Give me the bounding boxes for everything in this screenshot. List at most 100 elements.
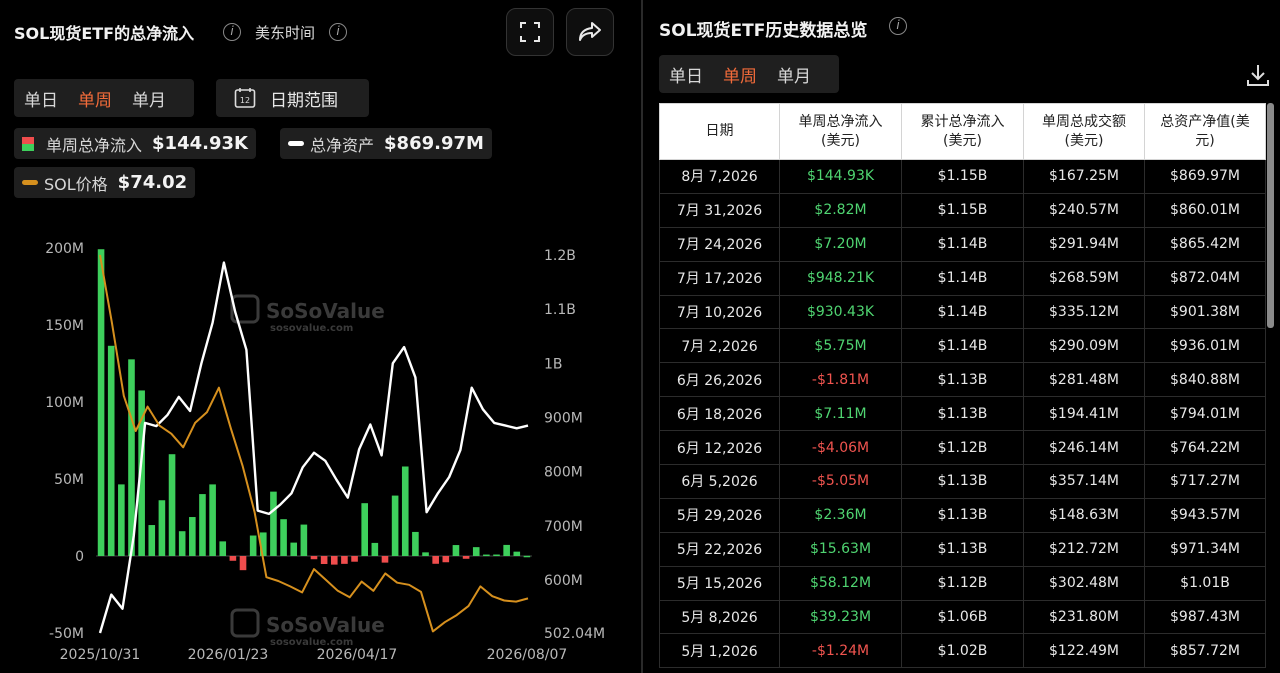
table-cell: $194.41M [1023, 396, 1145, 432]
column-header-text: 元) [1195, 132, 1215, 149]
inflow-bar [168, 454, 176, 556]
legend-sol-price-label: SOL价格 [44, 174, 108, 194]
table-cell: $246.14M [1023, 430, 1145, 466]
table-cell: $290.09M [1023, 328, 1145, 364]
calendar-icon-day: 12 [240, 96, 250, 105]
legend-sol-price-value: $74.02 [117, 172, 188, 193]
table-row: 5月 15,2026 $58.12M $1.12B $302.48M $1.01B [659, 565, 1266, 601]
info-icon[interactable]: i [223, 23, 241, 41]
table-cell: $1.13B [901, 464, 1024, 499]
inflow-bar [503, 544, 510, 556]
table-cell: $7.20M [779, 226, 902, 262]
column-header-text: (美元) [821, 132, 860, 149]
tab-daily[interactable]: 单日 [14, 86, 68, 111]
inflow-bar [330, 556, 338, 565]
table-cell: 7月 31,2026 [659, 192, 780, 228]
inflow-bar [513, 551, 521, 556]
column-header: 单周总净流入 (美元) [779, 103, 902, 160]
inflow-bar [361, 503, 368, 556]
share-button[interactable] [566, 8, 614, 56]
inflow-bar [493, 554, 500, 557]
timezone-info-icon[interactable]: i [329, 23, 347, 41]
table-cell: $148.63M [1023, 497, 1145, 533]
column-header-text: 日期 [705, 123, 734, 139]
table-cell: $281.48M [1023, 362, 1145, 398]
table-row: 8月 7,2026 $144.93K $1.15B $167.25M $869.97M [659, 159, 1266, 194]
inflow-bar [462, 556, 470, 559]
table-cell: $1.13B [901, 396, 1024, 432]
tab-daily[interactable]: 单日 [659, 62, 713, 87]
tab-monthly[interactable]: 单月 [767, 62, 821, 87]
date-range-button[interactable]: 12 日期范围 [216, 79, 369, 117]
watermark-url: sosovalue.com [270, 323, 353, 334]
table-cell: $971.34M [1144, 531, 1266, 567]
column-header: 日期 [659, 103, 780, 160]
table-row: 6月 26,2026 -$1.81M $1.13B $281.48M $840.88M [659, 362, 1266, 398]
inflow-bar [118, 484, 125, 556]
x-tick-label: 2026/08/07 [487, 647, 568, 663]
table-cell: $1.13B [901, 362, 1024, 398]
column-header-text: (美元) [943, 132, 982, 149]
table-cell: 5月 8,2026 [659, 599, 780, 635]
info-icon[interactable]: i [889, 17, 907, 35]
period-selector: 单日 单周 单月 [14, 79, 194, 117]
legend-net-assets-value: $869.97M [384, 133, 484, 154]
inflow-bar [523, 555, 531, 558]
table-cell: $936.01M [1144, 328, 1266, 364]
table-row: 6月 5,2026 -$5.05M $1.13B $357.14M $717.27M [659, 464, 1266, 499]
inflow-bar [270, 491, 277, 556]
inflow-bar [371, 542, 379, 556]
table-row: 6月 18,2026 $7.11M $1.13B $194.41M $794.01M [659, 396, 1266, 432]
y-right-tick-label: 1B [544, 356, 563, 372]
table-cell: $872.04M [1144, 260, 1266, 296]
table-cell: $987.43M [1144, 599, 1266, 635]
legend-net-assets[interactable]: 总净资产 $869.97M [280, 128, 492, 159]
table-cell: $2.36M [779, 497, 902, 533]
table-cell: $268.59M [1023, 260, 1145, 296]
history-title: SOL现货ETF历史数据总览 [659, 21, 868, 41]
column-header: 单周总成交额 (美元) [1023, 103, 1145, 160]
fullscreen-button[interactable] [506, 8, 554, 56]
watermark-logo-icon [230, 608, 260, 638]
table-cell: 6月 18,2026 [659, 396, 780, 432]
chart-title: SOL现货ETF的总净流入 [14, 24, 195, 43]
table-cell: $167.25M [1023, 159, 1145, 194]
y-right-tick-label: 900M [544, 410, 583, 426]
table-cell: $1.14B [901, 294, 1024, 330]
tab-weekly[interactable]: 单周 [713, 62, 767, 87]
table-cell: $5.75M [779, 328, 902, 364]
inflow-bar [452, 545, 460, 556]
table-scrollbar[interactable] [1267, 103, 1274, 328]
table-row: 5月 22,2026 $15.63M $1.13B $212.72M $971.34M [659, 531, 1266, 567]
tab-weekly[interactable]: 单周 [68, 86, 122, 111]
inflow-bar [107, 345, 115, 556]
tab-monthly[interactable]: 单月 [122, 86, 176, 111]
table-row: 7月 17,2026 $948.21K $1.14B $268.59M $872.04M [659, 260, 1266, 296]
table-cell: 5月 22,2026 [659, 531, 780, 567]
download-icon[interactable] [1245, 62, 1271, 88]
date-range-label: 日期范围 [270, 90, 338, 111]
y-left-tick-label: 50M [54, 472, 84, 488]
legend-net-inflow[interactable]: 单周总净流入 $144.93K [14, 128, 256, 159]
inflow-bar [178, 531, 186, 556]
table-cell: $1.13B [901, 531, 1024, 567]
table-cell: $717.27M [1144, 464, 1266, 499]
table-cell: $122.49M [1023, 633, 1145, 669]
timezone-label: 美东时间 [255, 24, 316, 42]
column-header-text: 单周总成交额 [1042, 113, 1126, 130]
legend-sol-price[interactable]: SOL价格 $74.02 [14, 167, 196, 198]
combo-chart[interactable]: SoSoValuesosovalue.comSoSoValuesosovalue… [0, 230, 640, 673]
fullscreen-icon [520, 22, 540, 42]
legend-net-inflow-value: $144.93K [152, 133, 248, 154]
inflow-bar [381, 556, 389, 563]
table-row: 5月 1,2026 -$1.24M $1.02B $122.49M $857.72M [659, 633, 1266, 669]
bar-legend-icon [22, 136, 34, 151]
table-cell: $58.12M [779, 565, 902, 601]
table-cell: $930.43K [779, 294, 902, 330]
inflow-bar [189, 517, 196, 556]
inflow-bar [401, 466, 409, 556]
table-cell: 7月 2,2026 [659, 328, 780, 364]
inflow-bar [472, 547, 480, 556]
inflow-bar [158, 500, 166, 556]
table-cell: $291.94M [1023, 226, 1145, 262]
